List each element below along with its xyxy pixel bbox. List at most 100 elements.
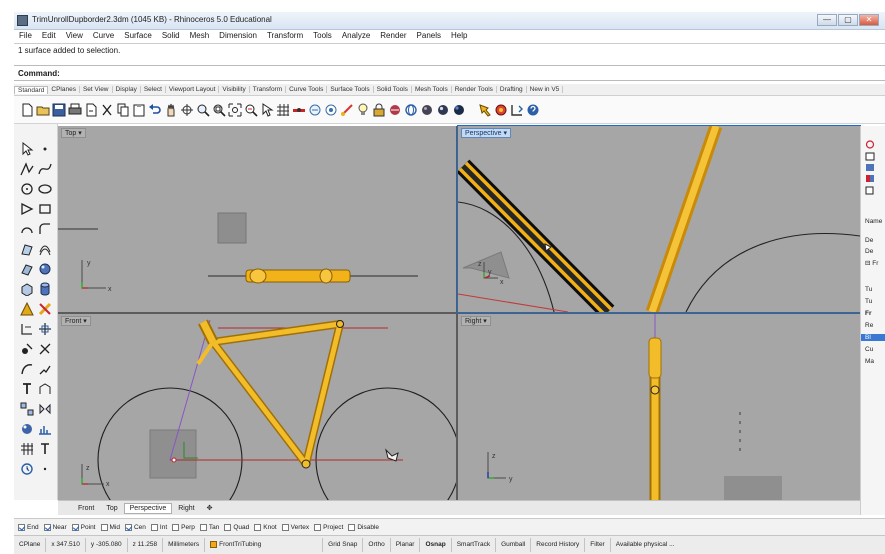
toggle-ortho[interactable]: Ortho [363, 538, 391, 552]
zoom-extents-icon[interactable] [228, 103, 242, 117]
display-panel-icon[interactable] [865, 163, 875, 172]
menu-solid[interactable]: Solid [157, 30, 185, 43]
wireframe-sphere-icon[interactable] [404, 103, 418, 117]
split-icon[interactable] [20, 362, 34, 376]
layer-row[interactable]: Tu [865, 298, 872, 305]
tab-curve-tools[interactable]: Curve Tools [286, 86, 328, 93]
osnap-quad[interactable]: Quad [224, 523, 249, 531]
viewport-tab-front[interactable]: Front [72, 503, 100, 514]
layers-name-header[interactable]: Name [865, 218, 882, 225]
select-window-icon[interactable] [260, 103, 274, 117]
tab-standard[interactable]: Standard [14, 85, 49, 94]
osnap-disable-checkbox[interactable] [348, 523, 356, 531]
layer-row[interactable]: ⊟ Fr [865, 259, 878, 267]
box-icon[interactable] [20, 282, 34, 296]
viewport-tab-perspective[interactable]: Perspective [123, 502, 173, 514]
osnap-vertex[interactable]: Vertex [281, 523, 309, 531]
maximize-button[interactable]: ▢ [838, 14, 858, 26]
layer-row[interactable]: Tu [865, 286, 872, 293]
surface-from-curves-icon[interactable] [20, 242, 34, 256]
menu-tools[interactable]: Tools [308, 30, 337, 43]
osnap-near[interactable]: Near [43, 523, 67, 531]
curve-icon[interactable] [38, 162, 52, 176]
help-icon[interactable] [526, 103, 540, 117]
osnap-tan[interactable]: Tan [199, 523, 219, 531]
viewport-label-perspective[interactable]: Perspective ▾ [461, 128, 512, 138]
osnap-point-checkbox[interactable] [71, 523, 79, 531]
point-icon[interactable] [38, 142, 52, 156]
menu-render[interactable]: Render [375, 30, 411, 43]
osnap-project-checkbox[interactable] [314, 523, 322, 531]
menu-view[interactable]: View [61, 30, 88, 43]
toggle-grid-snap[interactable]: Grid Snap [323, 538, 364, 552]
zoom-window-icon[interactable] [212, 103, 226, 117]
menu-transform[interactable]: Transform [262, 30, 308, 43]
import-icon[interactable] [84, 103, 98, 117]
status-units[interactable]: Millimeters [163, 538, 206, 552]
menu-surface[interactable]: Surface [119, 30, 157, 43]
osnap-quad-checkbox[interactable] [224, 523, 232, 531]
fillet-curve-icon[interactable] [38, 222, 52, 236]
rendered-sphere-icon[interactable] [436, 103, 450, 117]
text-icon[interactable] [38, 442, 52, 456]
tab-mesh-tools[interactable]: Mesh Tools [412, 86, 452, 93]
tab-surface-tools[interactable]: Surface Tools [327, 86, 374, 93]
new-layer-icon[interactable] [865, 186, 875, 195]
layer-row[interactable]: Ma [865, 358, 874, 365]
ghosted-sphere-icon[interactable] [452, 103, 466, 117]
layer-row[interactable]: Cu [865, 346, 873, 353]
tab-new-in-v5[interactable]: New in V5 [527, 86, 564, 93]
lock-objects-icon[interactable] [308, 103, 322, 117]
render-panel-icon[interactable] [865, 174, 875, 183]
trim-icon[interactable] [38, 342, 52, 356]
tab-display[interactable]: Display [113, 86, 141, 93]
viewport-label-top[interactable]: Top ▾ [61, 128, 86, 138]
save-icon[interactable] [52, 103, 66, 117]
osnap-near-checkbox[interactable] [43, 523, 51, 531]
menu-dimension[interactable]: Dimension [214, 30, 262, 43]
dimension-icon[interactable] [510, 103, 524, 117]
head-tube-right[interactable] [648, 337, 662, 379]
seat-cluster-front[interactable] [336, 320, 344, 328]
osnap-knot-checkbox[interactable] [254, 523, 262, 531]
tab-visibility[interactable]: Visibility [219, 86, 250, 93]
history-icon[interactable] [20, 462, 34, 476]
mesh-icon[interactable] [20, 302, 34, 316]
tab-solid-tools[interactable]: Solid Tools [374, 86, 412, 93]
toggle-smarttrack[interactable]: SmartTrack [452, 538, 497, 552]
bottom-bracket-front[interactable] [301, 459, 311, 469]
print-icon[interactable] [68, 103, 82, 117]
zoom-dynamic-icon[interactable] [196, 103, 210, 117]
more-tools-icon[interactable] [38, 462, 52, 476]
menu-analyze[interactable]: Analyze [337, 30, 375, 43]
menu-curve[interactable]: Curve [88, 30, 119, 43]
osnap-cen-checkbox[interactable] [124, 523, 132, 531]
pan-hand-icon[interactable] [164, 103, 178, 117]
properties-panel-icon[interactable] [865, 140, 875, 149]
open-folder-icon[interactable] [36, 103, 50, 117]
osnap-end[interactable]: End [18, 523, 39, 531]
extrude-icon[interactable] [20, 262, 34, 276]
grid-array-icon[interactable] [20, 442, 34, 456]
tab-drafting[interactable]: Drafting [497, 86, 527, 93]
tab-cplanes[interactable]: CPlanes [48, 86, 80, 93]
viewport-tab-right[interactable]: Right [172, 503, 200, 514]
analyze-icon[interactable] [38, 422, 52, 436]
osnap-int-checkbox[interactable] [150, 523, 158, 531]
add-viewport-tab-button[interactable]: ✥ [201, 502, 219, 514]
selected-surface-perspective[interactable] [462, 251, 510, 279]
osnap-mid-checkbox[interactable] [100, 523, 108, 531]
properties-icon[interactable] [340, 103, 354, 117]
status-cplane[interactable]: CPlane [14, 538, 47, 552]
layer-icon[interactable] [324, 103, 338, 117]
osnap-end-checkbox[interactable] [18, 523, 25, 531]
select-arrow-icon[interactable] [20, 142, 34, 156]
rectangle-icon[interactable] [38, 202, 52, 216]
dimension-tool-icon[interactable] [20, 322, 34, 336]
render-sphere-icon[interactable] [20, 422, 34, 436]
osnap-perp-checkbox[interactable] [172, 523, 180, 531]
fillet-edge-icon[interactable] [20, 342, 34, 356]
copy-icon[interactable] [116, 103, 130, 117]
menu-edit[interactable]: Edit [37, 30, 61, 43]
sphere-icon[interactable] [38, 262, 52, 276]
